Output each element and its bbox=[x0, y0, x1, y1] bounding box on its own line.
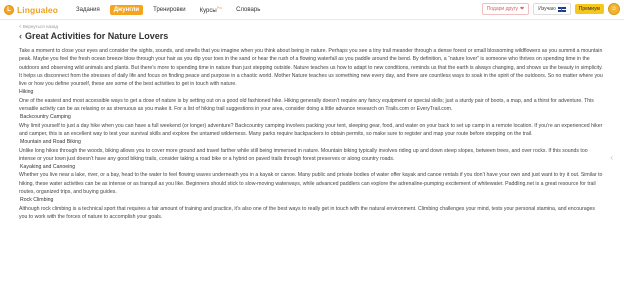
section-heading[interactable]: Rock Climbing bbox=[19, 196, 603, 204]
avatar[interactable]: ☺ bbox=[608, 3, 620, 15]
learning-language-label: Изучаю bbox=[538, 6, 556, 12]
article-paragraph[interactable]: Whether you live near a lake, river, or … bbox=[19, 171, 603, 196]
chevron-left-icon[interactable]: ‹ bbox=[19, 31, 22, 41]
section-heading[interactable]: Hiking bbox=[19, 88, 603, 96]
article-body: Take a moment to close your eyes and con… bbox=[19, 47, 603, 221]
learning-language-button[interactable]: Изучаю bbox=[533, 3, 571, 15]
back-link[interactable]: < Вернуться назад bbox=[19, 24, 603, 29]
nav-item-tasks[interactable]: Задания bbox=[72, 5, 104, 15]
article-paragraph[interactable]: Take a moment to close your eyes and con… bbox=[19, 47, 603, 88]
section-heading[interactable]: Mountain and Road Biking bbox=[19, 138, 603, 146]
chevron-left-icon[interactable]: ‹ bbox=[610, 153, 613, 162]
premium-button[interactable]: Премиум bbox=[574, 4, 604, 14]
pro-badge: Pro bbox=[216, 5, 223, 10]
gift-icon: ❤ bbox=[520, 6, 525, 12]
article-paragraph[interactable]: Unlike long hikes through the woods, bik… bbox=[19, 147, 603, 164]
title-row: ‹ Great Activities for Nature Lovers bbox=[19, 31, 603, 41]
main-content: < Вернуться назад ‹ Great Activities for… bbox=[19, 24, 603, 221]
logo[interactable]: L Lingualeo bbox=[4, 4, 59, 15]
header-tools: Подари другу ❤ Изучаю Премиум ☺ bbox=[481, 3, 620, 15]
uk-flag-icon bbox=[557, 6, 566, 12]
section-heading[interactable]: Backcountry Camping bbox=[19, 113, 603, 121]
nav-item-dictionary[interactable]: Словарь bbox=[232, 5, 264, 15]
main-nav: Задания Джунгли Тренировки КурсыPro Слов… bbox=[72, 4, 264, 16]
nav-item-trainings[interactable]: Тренировки bbox=[149, 5, 190, 15]
gift-friend-button[interactable]: Подари другу ❤ bbox=[481, 3, 530, 15]
gift-friend-label: Подари другу bbox=[486, 6, 519, 12]
app-name: Lingualeo bbox=[17, 4, 59, 15]
lion-logo-icon: L bbox=[4, 4, 14, 15]
nav-item-jungle[interactable]: Джунгли bbox=[109, 4, 144, 15]
nav-item-courses-label: Курсы bbox=[199, 7, 217, 14]
nav-item-courses[interactable]: КурсыPro bbox=[196, 4, 227, 16]
article-paragraph[interactable]: Although rock climbing is a technical sp… bbox=[19, 205, 603, 222]
page-title: Great Activities for Nature Lovers bbox=[25, 31, 169, 41]
article-paragraph[interactable]: Why limit yourself to just a day hike wh… bbox=[19, 122, 603, 139]
article-paragraph[interactable]: One of the easiest and most accessible w… bbox=[19, 97, 603, 114]
top-navigation-bar: L Lingualeo Задания Джунгли Тренировки К… bbox=[0, 0, 624, 20]
section-heading[interactable]: Kayaking and Canoeing bbox=[19, 163, 603, 171]
